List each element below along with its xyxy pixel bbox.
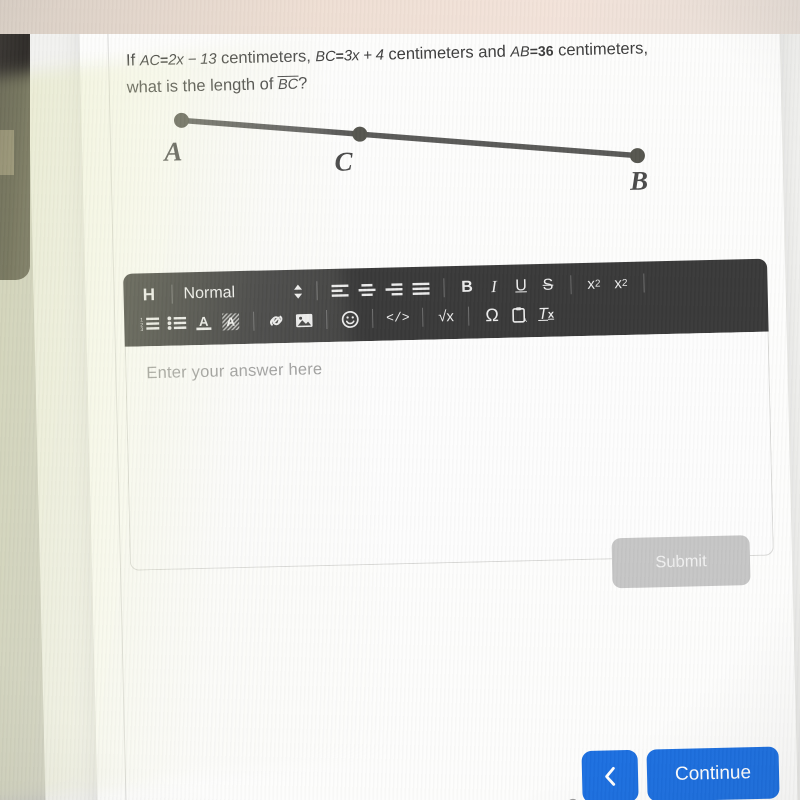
- toolbar-divider: [443, 278, 445, 298]
- toolbar-divider: [325, 310, 328, 330]
- page-left-rule: [105, 0, 128, 800]
- subscript-index: 2: [594, 278, 601, 290]
- chevron-left-icon: [604, 766, 615, 786]
- text-style-select[interactable]: Normal: [181, 278, 308, 307]
- font-color-icon: A: [196, 314, 212, 331]
- svg-text:A: A: [199, 314, 209, 329]
- toolbar-divider: [422, 307, 424, 327]
- superscript-index: 2: [621, 277, 628, 290]
- point-a-label: A: [163, 136, 183, 167]
- screen-surface: In the diagram, C is a point on AB. If A…: [26, 0, 800, 800]
- emoji-button[interactable]: [336, 306, 364, 333]
- toolbar-divider: [468, 306, 470, 326]
- unit-1: centimeters,: [220, 47, 312, 68]
- question-ask-suffix: ?: [297, 74, 308, 93]
- strikethrough-button[interactable]: S: [534, 272, 562, 299]
- highlight-icon: A: [222, 313, 240, 331]
- math-equation-button[interactable]: √x: [432, 303, 460, 330]
- align-left-icon: [331, 283, 349, 297]
- align-justify-icon: [412, 282, 430, 295]
- special-symbol-button[interactable]: Ω: [478, 302, 506, 329]
- question-block: In the diagram, C is a point on AB. If A…: [125, 0, 737, 102]
- clear-format-index: x: [547, 308, 555, 321]
- given-ab-value: 36: [537, 42, 554, 59]
- image-icon: [295, 313, 313, 327]
- unit-3: centimeters,: [557, 39, 649, 60]
- back-button[interactable]: [581, 749, 639, 800]
- point-c-dot: [352, 126, 368, 142]
- text-style-value: Normal: [183, 283, 236, 302]
- given-ac-name: AC: [139, 52, 161, 70]
- paste-clipboard-button[interactable]: A: [505, 302, 533, 329]
- given-ac-value: 2x − 13: [167, 50, 217, 69]
- device-bezel-notch: [0, 130, 14, 175]
- question-ask-prefix: what is the length of: [126, 75, 279, 97]
- underline-button[interactable]: U: [507, 273, 535, 300]
- point-b-label: B: [629, 165, 649, 196]
- toolbar-divider: [570, 275, 572, 295]
- emoji-icon: [341, 310, 359, 328]
- toolbar-divider: [171, 284, 173, 304]
- segment-bc-overline: BC: [277, 75, 299, 94]
- answer-input[interactable]: Enter your answer here: [124, 331, 774, 571]
- given-bc-name: BC: [315, 48, 336, 66]
- clear-formatting-button[interactable]: Tx: [532, 301, 560, 328]
- point-b-dot: [629, 148, 645, 164]
- align-center-icon: [358, 283, 376, 296]
- ordered-list-icon: 1 2 3: [140, 317, 160, 331]
- align-right-button[interactable]: [380, 276, 408, 303]
- question-line1-prefix: In the diagram, C is a point on: [124, 0, 353, 16]
- italic-button[interactable]: I: [480, 273, 508, 300]
- clipboard-icon: A: [512, 307, 527, 324]
- given-bc-value: 3x + 4: [343, 46, 385, 65]
- clear-format-base: T: [537, 305, 549, 323]
- segment-diagram: A C B: [141, 86, 704, 219]
- font-color-button[interactable]: A: [190, 309, 218, 336]
- segment-line-ab: [178, 117, 641, 159]
- align-justify-button[interactable]: [407, 275, 435, 302]
- insert-link-button[interactable]: [263, 307, 291, 334]
- toolbar-divider: [316, 281, 318, 301]
- bold-button[interactable]: B: [453, 274, 481, 301]
- svg-text:A: A: [523, 318, 527, 324]
- continue-button[interactable]: Continue: [646, 746, 780, 800]
- given-if: If: [125, 51, 136, 70]
- ordered-list-button[interactable]: 1 2 3: [136, 310, 164, 337]
- svg-text:A: A: [226, 315, 235, 329]
- subscript-button[interactable]: x2: [580, 271, 608, 298]
- assignment-page: In the diagram, C is a point on AB. If A…: [77, 0, 799, 800]
- unit-2: centimeters and: [388, 42, 507, 64]
- question-line1-suffix: .: [371, 0, 378, 10]
- submit-button[interactable]: Submit: [611, 535, 751, 589]
- segment-diagram-svg: [173, 112, 645, 164]
- chevron-updown-icon: [294, 284, 303, 299]
- toolbar-divider: [643, 273, 645, 293]
- link-icon: [269, 315, 283, 326]
- point-c-label: C: [334, 146, 353, 177]
- highlight-color-button[interactable]: A: [217, 308, 245, 335]
- bullet-list-icon: [167, 316, 187, 330]
- given-ab-name: AB: [510, 44, 530, 61]
- point-a-dot: [173, 112, 189, 128]
- answer-placeholder: Enter your answer here: [146, 360, 323, 383]
- bottom-nav-bar: Continue: [96, 740, 797, 800]
- toolbar-divider: [253, 311, 255, 331]
- align-right-icon: [385, 282, 403, 295]
- heading-button[interactable]: H: [135, 281, 163, 308]
- superscript-button[interactable]: x2: [607, 270, 635, 297]
- align-left-button[interactable]: [326, 277, 354, 304]
- toolbar-divider: [371, 308, 374, 328]
- bullet-list-button[interactable]: [163, 310, 191, 337]
- segment-ab-overline: AB: [352, 0, 373, 11]
- align-center-button[interactable]: [353, 276, 381, 303]
- answer-editor: H Normal B I U S x 2 x 2 1 2 3 A A </> √…: [123, 258, 780, 571]
- photo-of-screen: In the diagram, C is a point on AB. If A…: [0, 0, 800, 800]
- insert-image-button[interactable]: [290, 307, 318, 334]
- svg-text:3: 3: [140, 327, 143, 331]
- question-line-1: In the diagram, C is a point on AB.: [125, 0, 735, 19]
- code-block-button[interactable]: </>: [382, 304, 414, 331]
